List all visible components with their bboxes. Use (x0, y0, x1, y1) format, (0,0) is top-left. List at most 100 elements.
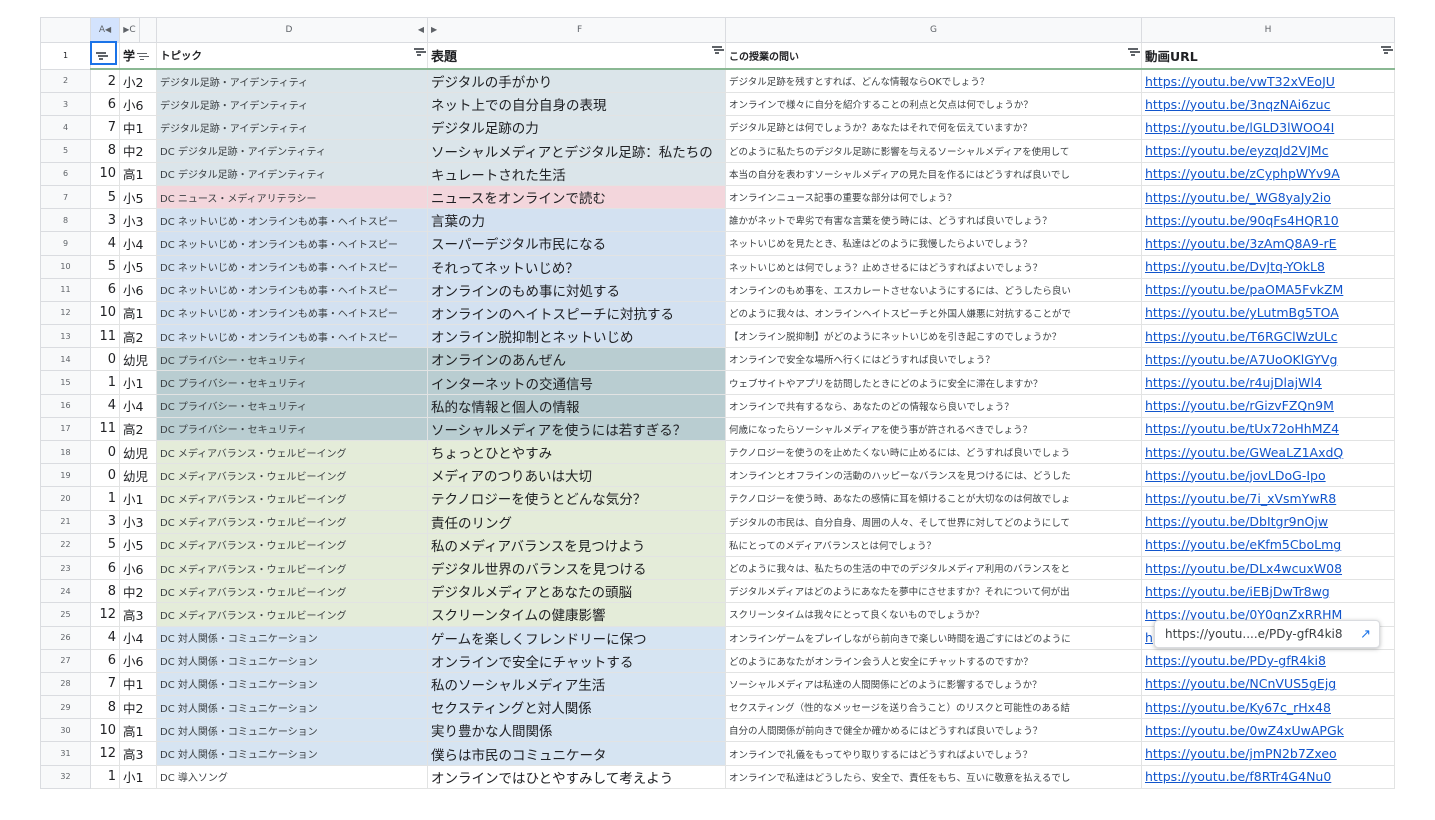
cell-question[interactable]: オンラインニュース記事の重要な部分は何でしょう？ (725, 184, 1142, 210)
cell-grade[interactable]: 高3 (119, 741, 157, 766)
cell-question[interactable]: ネットいじめを見たとき、私達はどのように我慢したらよいでしょう？ (725, 231, 1142, 256)
row-number[interactable]: 5 (40, 138, 91, 163)
cell-question[interactable]: どのようにあなたがオンライン会う人と安全にチャットするのですか？ (725, 648, 1142, 673)
cell-grade[interactable]: 小5 (119, 254, 157, 279)
cell-topic[interactable]: DC プライバシー・セキュリティ (156, 416, 428, 442)
cell-topic[interactable]: DC メディアバランス・ウェルビーイング (156, 602, 428, 627)
row-number[interactable]: 9 (40, 231, 91, 256)
filter-icon[interactable] (414, 48, 424, 56)
cell-grade[interactable]: 高2 (119, 324, 157, 349)
cell-grade[interactable]: 小3 (119, 509, 157, 534)
cell-title[interactable]: オンラインのもめ事に対処する (427, 277, 726, 302)
cell-number[interactable]: 11 (90, 324, 120, 349)
cell-title[interactable]: 私のソーシャルメディア生活 (427, 671, 726, 697)
filter-icon[interactable] (712, 46, 722, 54)
cell-url[interactable]: https://youtu.be/vwT32xVEoJU (1141, 68, 1395, 94)
cell-url[interactable]: https://youtu.be/T6RGClWzULc (1141, 324, 1395, 349)
row-number[interactable]: 12 (40, 300, 91, 326)
cell-url[interactable]: https://youtu.be/eKfm5CboLmg (1141, 532, 1395, 557)
cell-grade[interactable]: 小4 (119, 231, 157, 256)
cell-url[interactable]: https://youtu.be/lGLD3lWOO4I (1141, 115, 1395, 140)
cell-title[interactable]: 私のメディアバランスを見つけよう (427, 532, 726, 557)
row-number[interactable]: 19 (40, 463, 91, 488)
column-header-d[interactable]: D ◀ (156, 17, 428, 43)
row-number[interactable]: 17 (40, 416, 91, 442)
cell-question[interactable]: ネットいじめとは何でしょう？止めさせるにはどうすればよいでしょう？ (725, 254, 1142, 279)
cell-url[interactable]: https://youtu.be/DbItgr9nOjw (1141, 509, 1395, 534)
external-link-icon[interactable]: ↗ (1360, 627, 1371, 642)
cell-url[interactable]: https://youtu.be/3nqzNAi6zuc (1141, 92, 1395, 117)
cell-topic[interactable]: DC 対人関係・コミュニケーション (156, 648, 428, 673)
cell-url[interactable]: https://youtu.be/rGizvFZQn9M (1141, 393, 1395, 418)
cell-number[interactable]: 4 (90, 231, 120, 256)
cell-grade[interactable]: 中2 (119, 579, 157, 604)
cell-url[interactable]: https://youtu.be/3zAmQ8A9-rE (1141, 231, 1395, 256)
cell-number[interactable]: 8 (90, 579, 120, 604)
cell-title[interactable]: 言葉の力 (427, 208, 726, 233)
cell-title[interactable]: 僕らは市民のコミュニケータ (427, 741, 726, 766)
cell-title[interactable]: ニュースをオンラインで読む (427, 184, 726, 210)
cell-title[interactable]: ゲームを楽しくフレンドリーに保つ (427, 625, 726, 650)
cell-number[interactable]: 7 (90, 671, 120, 697)
row-number[interactable]: 21 (40, 509, 91, 534)
cell-number[interactable]: 0 (90, 347, 120, 372)
cell-topic[interactable]: DC ネットいじめ・オンラインもめ事・ヘイトスピー (156, 300, 428, 326)
cell-grade[interactable]: 小1 (119, 370, 157, 395)
cell-url[interactable]: https://youtu.be/paOMA5FvkZM (1141, 277, 1395, 302)
cell-number[interactable]: 12 (90, 602, 120, 627)
cell-question[interactable]: デジタル足跡とは何でしょうか？あなたはそれで何を伝えていますか？ (725, 115, 1142, 140)
cell-question[interactable]: 本当の自分を表わすソーシャルメディアの見た目を作るにはどうすれば良いでし (725, 161, 1142, 186)
row-number[interactable]: 2 (40, 68, 91, 94)
cell-question[interactable]: 誰かがネットで卑劣で有害な言葉を使う時には、どうすれば良いでしょう？ (725, 208, 1142, 233)
select-all-corner[interactable] (40, 17, 91, 43)
cell-topic[interactable]: DC メディアバランス・ウェルビーイング (156, 463, 428, 488)
cell-url[interactable]: https://youtu.be/zCyphpWYv9A (1141, 161, 1395, 186)
cell-topic[interactable]: DC プライバシー・セキュリティ (156, 393, 428, 418)
row-number[interactable]: 32 (40, 764, 91, 789)
cell-question[interactable]: オンラインで礼儀をもってやり取りするにはどうすればよいでしょう？ (725, 741, 1142, 766)
cell-grade[interactable]: 中2 (119, 695, 157, 720)
cell-title[interactable]: オンラインではひとやすみして考えよう (427, 764, 726, 789)
cell-grade[interactable]: 小1 (119, 764, 157, 789)
row-number[interactable]: 29 (40, 695, 91, 720)
row-number[interactable]: 14 (40, 347, 91, 372)
row-number[interactable]: 31 (40, 741, 91, 766)
cell-grade[interactable]: 幼児 (119, 463, 157, 488)
expand-right-icon[interactable]: ▶ (431, 25, 437, 34)
header-cell-a[interactable] (90, 42, 120, 70)
cell-url[interactable]: https://youtu.be/tUx72oHhMZ4 (1141, 416, 1395, 442)
cell-topic[interactable]: DC ネットいじめ・オンラインもめ事・ヘイトスピー (156, 231, 428, 256)
cell-number[interactable]: 1 (90, 370, 120, 395)
cell-url[interactable]: https://youtu.be/jmPN2b7Zxeo (1141, 741, 1395, 766)
cell-question[interactable]: 私にとってのメディアバランスとは何でしょう？ (725, 532, 1142, 557)
cell-url[interactable]: https://youtu.be/DvJtq-YOkL8 (1141, 254, 1395, 279)
cell-topic[interactable]: DC ニュース・メディアリテラシー (156, 184, 428, 210)
cell-topic[interactable]: DC デジタル足跡・アイデンティティ (156, 138, 428, 163)
cell-title[interactable]: 責任のリング (427, 509, 726, 534)
cell-title[interactable]: 実り豊かな人間関係 (427, 718, 726, 743)
cell-url[interactable]: https://youtu.be/r4ujDlajWl4 (1141, 370, 1395, 395)
cell-number[interactable]: 8 (90, 138, 120, 163)
cell-title[interactable]: オンラインのヘイトスピーチに対抗する (427, 300, 726, 326)
cell-question[interactable]: オンラインで私達はどうしたら、安全で、責任をもち、互いに敬意を払えるでし (725, 764, 1142, 789)
header-cell-topic[interactable]: トピック (156, 42, 428, 70)
cell-number[interactable]: 3 (90, 208, 120, 233)
row-number[interactable]: 10 (40, 254, 91, 279)
cell-question[interactable]: テクノロジーを使うのを止めたくない時に止めるには、どうすれば良いでしょう (725, 439, 1142, 465)
cell-url[interactable]: https://youtu.be/PDy-gfR4ki8 (1141, 648, 1395, 673)
cell-topic[interactable]: DC ネットいじめ・オンラインもめ事・ヘイトスピー (156, 254, 428, 279)
cell-grade[interactable]: 小6 (119, 92, 157, 117)
cell-number[interactable]: 1 (90, 764, 120, 789)
cell-url[interactable]: https://youtu.be/jovLDoG-Ipo (1141, 463, 1395, 488)
collapse-left-icon[interactable]: ◀ (418, 25, 424, 34)
cell-question[interactable]: デジタルの市民は、自分自身、周囲の人々、そして世界に対してどのようにして (725, 509, 1142, 534)
cell-number[interactable]: 10 (90, 718, 120, 743)
cell-number[interactable]: 6 (90, 277, 120, 302)
cell-title[interactable]: セクスティングと対人関係 (427, 695, 726, 720)
header-cell-question[interactable]: この授業の問い (725, 42, 1142, 70)
cell-grade[interactable]: 小1 (119, 486, 157, 511)
cell-number[interactable]: 3 (90, 509, 120, 534)
row-number[interactable]: 1 (40, 42, 91, 70)
cell-title[interactable]: インターネットの交通信号 (427, 370, 726, 395)
cell-number[interactable]: 6 (90, 555, 120, 581)
